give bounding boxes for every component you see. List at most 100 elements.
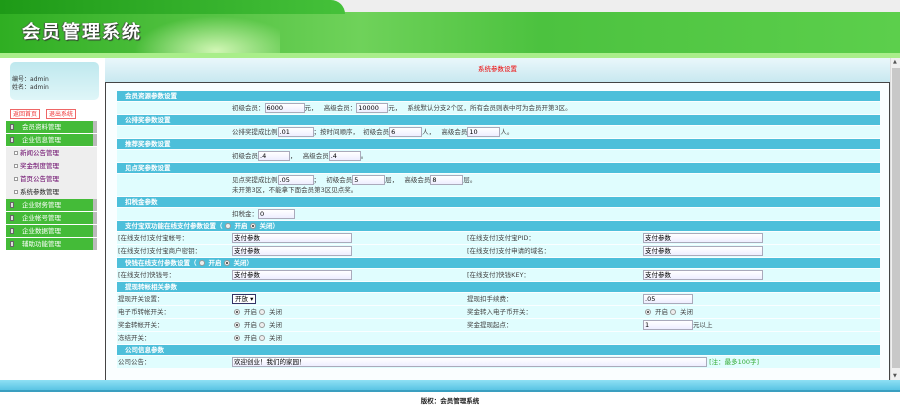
note: 未开第3区，不能拿下面会员第3区见点奖。 — [232, 186, 358, 194]
user-name-label: 姓名： — [12, 84, 31, 91]
radio-label: 关闭 — [269, 321, 282, 329]
app-title: 会员管理系统 — [22, 22, 142, 43]
bill-account-input[interactable]: 支付参数 — [232, 270, 352, 280]
public-ratio-input[interactable]: .01 — [277, 127, 314, 137]
label: 扣税金： — [232, 210, 258, 218]
radio-label: 开启 — [244, 334, 257, 342]
submenu-label: 首页公告管理 — [20, 175, 59, 183]
bill-on-radio[interactable] — [198, 260, 205, 266]
logout-button[interactable]: 退出系统 — [46, 109, 77, 119]
label: 高级会员 — [302, 152, 329, 160]
bonus-ecoin-on-radio[interactable] — [645, 309, 651, 315]
bonus-transfer-on-radio[interactable] — [234, 322, 240, 328]
alipay-off-radio[interactable] — [249, 223, 256, 229]
company-notice-input[interactable]: 欢迎创业！我们的家园！ — [232, 357, 707, 367]
scroll-thumb[interactable] — [892, 68, 900, 368]
scroll-down-icon[interactable]: ▼ — [893, 373, 897, 379]
submenu-home-notice[interactable]: 首页公告管理 — [6, 173, 97, 186]
menu-label: 辅助功能管理 — [22, 240, 61, 248]
unit: 人。 — [500, 128, 514, 136]
menu-label: 会员资料管理 — [22, 123, 61, 131]
recommend-senior-input[interactable]: .4 — [328, 151, 361, 161]
select-value: 开放 — [235, 295, 248, 303]
bill-off-radio[interactable] — [223, 260, 230, 266]
scroll-up-icon[interactable]: ▲ — [893, 59, 897, 65]
menu-tools[interactable]: 辅助功能管理 — [6, 238, 97, 250]
text: 。 — [360, 152, 368, 160]
unit: 元以上 — [693, 321, 713, 329]
text: ， — [290, 152, 297, 160]
point-ratio-input[interactable]: .05 — [277, 175, 314, 185]
min-withdraw-input[interactable]: 1 — [643, 320, 693, 330]
alipay-pid-input[interactable]: 支付参数 — [643, 233, 763, 243]
radio-label: 关闭 — [269, 308, 282, 316]
submenu-news[interactable]: 新闻公告管理 — [6, 147, 97, 160]
withdraw-select[interactable]: 开放 ▾ — [232, 294, 257, 304]
label: 高级会员： — [323, 104, 357, 112]
label: 电子币转帐开关： — [118, 308, 170, 316]
alipay-key-input[interactable]: 支付参数 — [232, 246, 352, 256]
section-header: 会员资源参数设置 — [117, 91, 880, 101]
ecoin-on-radio[interactable] — [234, 309, 240, 315]
alipay-domain-input[interactable]: 支付参数 — [643, 246, 763, 256]
label: 见点奖提成比例 — [232, 176, 278, 184]
radio-label: 关闭 — [233, 259, 247, 267]
radio-label: 开启 — [208, 259, 222, 267]
freeze-off-radio[interactable] — [259, 335, 265, 341]
label: [在线支付]支付宝帐号： — [118, 234, 189, 242]
menu-label: 企业数据管理 — [22, 227, 61, 235]
bullet-icon — [14, 190, 18, 194]
dropdown-arrow-icon: ▾ — [250, 295, 254, 303]
label: 冻结开关： — [118, 334, 151, 342]
menu-data[interactable]: 企业数据管理 — [6, 225, 97, 237]
copyright: 版权：会员管理系统 — [420, 397, 480, 405]
bonus-ecoin-off-radio[interactable] — [670, 309, 676, 315]
section-title: 支付宝双功能在线支付参数设置（ — [125, 222, 223, 230]
submenu-bonus-rules[interactable]: 奖金制度管理 — [6, 160, 97, 173]
unit: 元， — [304, 104, 318, 112]
sidebar-menu: 会员资料管理 企业信息管理 新闻公告管理 奖金制度管理 首页公告管理 系统参数管… — [6, 121, 97, 251]
submenu-system-params[interactable]: 系统参数管理 — [6, 186, 97, 199]
scrollbar[interactable]: ▲ ▼ — [890, 58, 900, 380]
alipay-account-input[interactable]: 支付参数 — [232, 233, 352, 243]
label: 公司公告： — [118, 358, 151, 366]
public-senior-input[interactable]: 10 — [467, 127, 501, 137]
menu-company-info[interactable]: 企业信息管理 — [6, 134, 97, 146]
recommend-junior-input[interactable]: .4 — [258, 151, 290, 161]
menu-accounts[interactable]: 企业帐号管理 — [6, 212, 97, 224]
freeze-on-radio[interactable] — [234, 335, 240, 341]
bonus-transfer-off-radio[interactable] — [259, 322, 265, 328]
section-header: 公排奖参数设置 — [117, 115, 880, 125]
bullet-icon — [14, 177, 18, 181]
point-junior-input[interactable]: 5 — [352, 175, 386, 185]
alipay-on-radio[interactable] — [224, 223, 231, 229]
menu-finance[interactable]: 企业财务管理 — [6, 199, 97, 211]
ecoin-off-radio[interactable] — [259, 309, 265, 315]
tax-input[interactable]: 0 — [258, 209, 295, 219]
bill-key-input[interactable]: 支付参数 — [643, 270, 763, 280]
folder-icon — [10, 124, 14, 130]
section-header: 见点奖参数设置 — [117, 163, 880, 173]
senior-amount-input[interactable]: 10000 — [356, 103, 389, 113]
text: ） — [246, 259, 254, 267]
section-header: 提现转帐相关参数 — [117, 282, 880, 292]
section-title: 快钱在线支付参数设置（ — [125, 259, 197, 267]
point-senior-input[interactable]: 8 — [430, 175, 464, 185]
radio-label: 关闭 — [259, 222, 273, 230]
radio-label: 开启 — [655, 308, 668, 316]
radio-label: 关闭 — [680, 308, 693, 316]
folder-icon — [10, 241, 14, 247]
junior-amount-input[interactable]: 6000 — [264, 103, 305, 113]
label: 提现开关设置： — [118, 295, 164, 303]
menu-member-data[interactable]: 会员资料管理 — [6, 121, 97, 133]
unit: 层， — [385, 176, 399, 184]
settings-form: 会员资源参数设置 初级会员： 6000 元， 高级会员： 10000 元， 系统默认分支… — [117, 91, 880, 369]
fee-input[interactable]: .05 — [643, 294, 693, 304]
user-id: admin — [30, 76, 49, 83]
home-button[interactable]: 返回首页 — [10, 109, 41, 119]
note: 系统默认分支2个区，所有会员则表中可为会员开第3区。 — [407, 104, 572, 112]
unit: 层。 — [463, 176, 477, 184]
label: 高级会员 — [404, 176, 431, 184]
unit: 人， — [422, 128, 436, 136]
public-junior-input[interactable]: 6 — [389, 127, 423, 137]
